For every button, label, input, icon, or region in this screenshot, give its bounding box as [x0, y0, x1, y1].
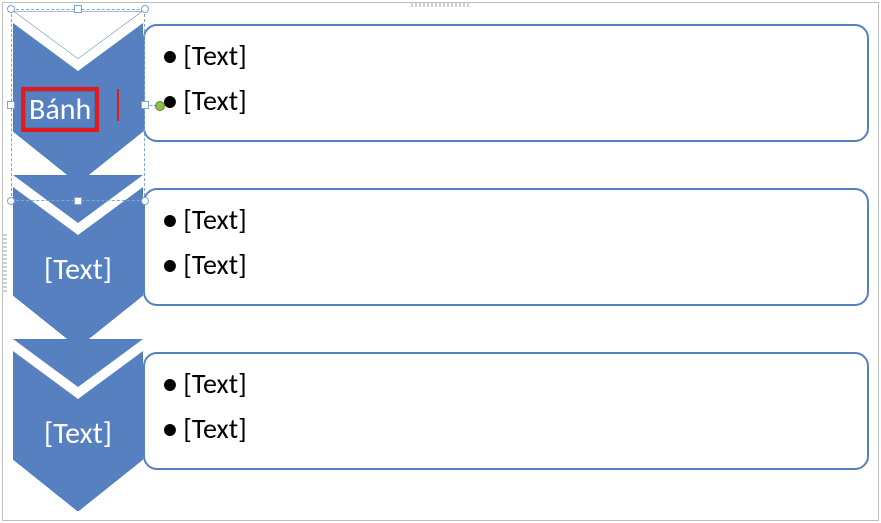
bullet-item[interactable]: [Text]	[163, 362, 849, 407]
smartart-canvas[interactable]: Bánh [Text] [Text] [Text] [Text] [Text]	[2, 2, 879, 521]
resize-handle-s[interactable]	[74, 197, 82, 205]
bullet-item[interactable]: [Text]	[163, 79, 849, 124]
resize-handle-e[interactable]	[141, 101, 149, 109]
smartart-row: Bánh [Text] [Text]	[13, 11, 871, 166]
text-card[interactable]: [Text] [Text]	[143, 188, 869, 306]
chevron-shape[interactable]: Bánh	[13, 11, 143, 181]
chevron-label[interactable]: [Text]	[13, 251, 143, 288]
bullet-item[interactable]: [Text]	[163, 243, 849, 288]
canvas-grip-top	[411, 3, 471, 7]
text-caret	[117, 89, 119, 121]
resize-handle-w[interactable]	[7, 101, 15, 109]
bullet-item[interactable]: [Text]	[163, 198, 849, 243]
resize-handle-sw[interactable]	[7, 197, 15, 205]
bullet-item[interactable]: [Text]	[163, 407, 849, 452]
chevron-shape[interactable]: [Text]	[13, 339, 143, 509]
bullet-item[interactable]: [Text]	[163, 34, 849, 79]
text-card[interactable]: [Text] [Text]	[143, 352, 869, 470]
resize-handle-se[interactable]	[141, 197, 149, 205]
text-card[interactable]: [Text] [Text]	[143, 24, 869, 142]
resize-handle-n[interactable]	[74, 5, 82, 13]
resize-handle-nw[interactable]	[7, 5, 15, 13]
canvas-grip-left	[3, 232, 7, 292]
rotate-handle[interactable]	[155, 101, 165, 111]
chevron-label[interactable]: [Text]	[13, 415, 143, 452]
smartart-row: [Text] [Text] [Text]	[13, 339, 871, 494]
chevron-label[interactable]: Bánh	[21, 87, 99, 132]
resize-handle-ne[interactable]	[141, 5, 149, 13]
